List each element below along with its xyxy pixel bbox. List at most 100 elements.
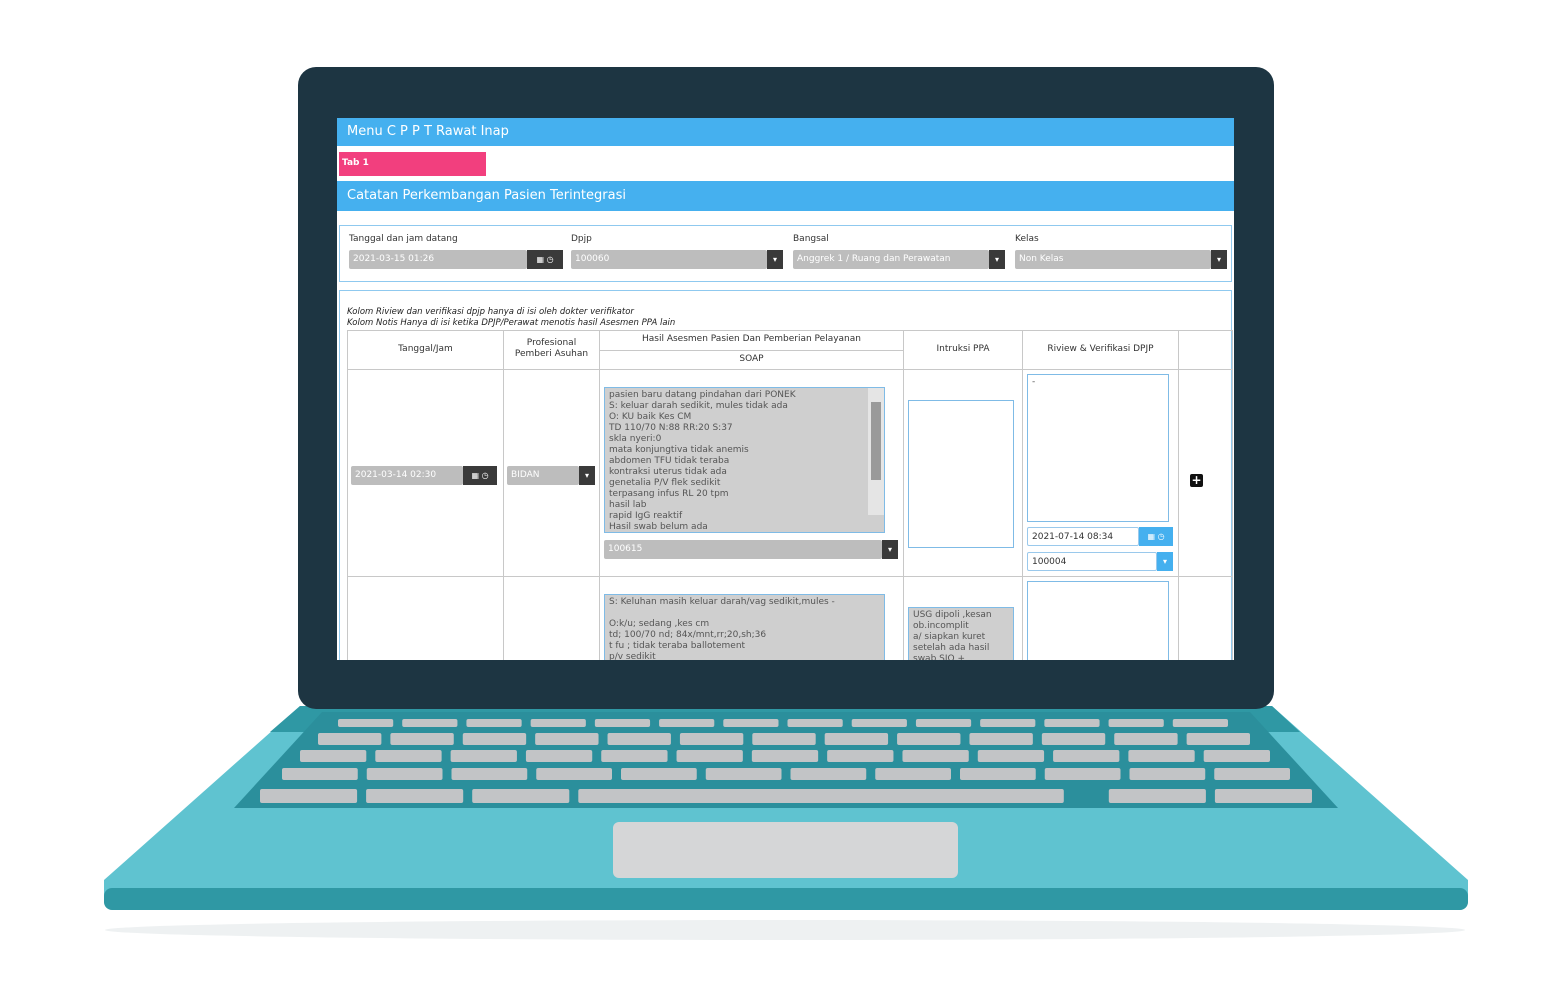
row1-review-select[interactable]: 100004: [1027, 552, 1157, 571]
soap-scrollbar[interactable]: [868, 388, 884, 515]
calendar-icon: ▦: [471, 471, 480, 480]
row2-instruction-textarea[interactable]: USG dipoli ,kesan ob.incomplit a/ siapka…: [908, 607, 1014, 660]
col-header-assessment: Hasil Asesmen Pasien Dan Pemberian Pelay…: [599, 330, 904, 370]
keyboard-key: [969, 733, 1033, 745]
keyboard-key: [375, 750, 442, 762]
caret-down-icon[interactable]: ▾: [1157, 552, 1173, 571]
keyboard-key: [1044, 768, 1121, 780]
row2-review-textarea[interactable]: [1027, 581, 1169, 660]
header-review-text: Riview & Verifikasi DPJP: [1047, 344, 1154, 354]
keyboard-key: [1114, 733, 1178, 745]
keyboard-key: [875, 768, 951, 780]
notice-note: Kolom Notis Hanya di isi ketika DPJP/Per…: [347, 318, 676, 328]
ward-select[interactable]: Anggrek 1 / Ruang dan Perawatan: [793, 250, 989, 269]
keyboard-key: [450, 750, 517, 762]
keyboard-key: [1108, 719, 1164, 727]
arrival-label: Tanggal dan jam datang: [349, 234, 458, 244]
row2-date-cell: [347, 576, 504, 660]
review-note: Kolom Riview dan verifikasi dpjp hanya d…: [347, 307, 634, 317]
keyboard-key: [1186, 733, 1250, 745]
keyboard-key: [1044, 719, 1100, 727]
caret-down-icon[interactable]: ▾: [767, 250, 783, 269]
keyboard-key: [260, 789, 358, 803]
header-soap-text: SOAP: [739, 354, 764, 364]
arrival-datetime-input[interactable]: 2021-03-15 01:26: [349, 250, 527, 269]
app-screen: Menu C P P T Rawat Inap Tab 1 Catatan Pe…: [337, 118, 1234, 660]
caret-down-icon[interactable]: ▾: [989, 250, 1005, 269]
keyboard-key: [1172, 719, 1228, 727]
col-header-review: Riview & Verifikasi DPJP: [1022, 330, 1179, 370]
keyboard-key: [751, 750, 819, 762]
ward-label: Bangsal: [793, 234, 829, 244]
clock-icon: ◷: [1157, 532, 1165, 541]
filter-panel: Tanggal dan jam datang 2021-03-15 01:26 …: [339, 225, 1232, 282]
keyboard-key: [897, 733, 961, 745]
row1-action-cell: +: [1178, 369, 1233, 577]
scrollbar-thumb[interactable]: [871, 402, 881, 480]
header-assessment-text: Hasil Asesmen Pasien Dan Pemberian Pelay…: [642, 334, 861, 344]
row2-instruction-cell: USG dipoli ,kesan ob.incomplit a/ siapka…: [903, 576, 1023, 660]
cppt-panel: Kolom Riview dan verifikasi dpjp hanya d…: [339, 290, 1233, 660]
row1-datetime-picker[interactable]: ▦ ◷: [463, 466, 497, 485]
tab-1[interactable]: Tab 1: [339, 152, 486, 176]
row1-instruction-textarea[interactable]: [908, 400, 1014, 548]
class-select[interactable]: Non Kelas: [1015, 250, 1211, 269]
review-datetime-picker[interactable]: ▦ ◷: [1139, 527, 1173, 546]
keyboard-key: [977, 750, 1045, 762]
row2-soap-textarea[interactable]: S: Keluhan masih keluar darah/vag sediki…: [604, 594, 885, 660]
keyboard-key: [1053, 750, 1120, 762]
keyboard-key: [1108, 789, 1206, 803]
keyboard-key: [676, 750, 743, 762]
datetime-picker-button[interactable]: ▦ ◷: [527, 250, 563, 269]
keyboard-key: [535, 733, 599, 745]
col-header-action: [1178, 330, 1233, 370]
keyboard-key: [366, 768, 443, 780]
row1-date-input[interactable]: 2021-03-14 02:30: [351, 466, 463, 485]
keyboard-key: [824, 733, 889, 745]
keyboard-key: [1128, 750, 1195, 762]
col-header-instruction: Intruksi PPA: [903, 330, 1023, 370]
keyboard-key: [318, 733, 382, 745]
plus-square-icon[interactable]: +: [1190, 474, 1203, 487]
row1-professional-select[interactable]: BIDAN: [507, 466, 579, 485]
header-professional-text: Profesional Pemberi Asuhan: [514, 338, 589, 359]
section-title-bar: Catatan Perkembangan Pasien Terintegrasi: [337, 181, 1234, 211]
row1-review-textarea[interactable]: -: [1027, 374, 1169, 522]
row1-instruction-cell: [903, 369, 1023, 577]
keyboard-key: [402, 719, 458, 727]
row2-soap-cell: S: Keluhan masih keluar darah/vag sediki…: [599, 576, 904, 660]
caret-down-icon[interactable]: ▾: [579, 466, 595, 485]
dpjp-select[interactable]: 100060: [571, 250, 767, 269]
caret-down-icon[interactable]: ▾: [882, 540, 898, 559]
keyboard-key: [621, 768, 697, 780]
row2-review-cell: [1022, 576, 1179, 660]
keyboard-key: [790, 768, 867, 780]
calendar-icon: ▦: [1147, 532, 1156, 541]
dpjp-label: Dpjp: [571, 234, 592, 244]
col-header-date: Tanggal/Jam: [347, 330, 504, 370]
header-instruction-text: Intruksi PPA: [936, 344, 990, 354]
keyboard-key: [466, 719, 522, 727]
keyboard-key: [451, 768, 528, 780]
menu-title-bar: Menu C P P T Rawat Inap: [337, 118, 1234, 146]
keyboard-key: [525, 750, 593, 762]
class-label: Kelas: [1015, 234, 1039, 244]
clock-icon: ◷: [481, 471, 489, 480]
laptop-shadow: [105, 920, 1465, 940]
keyboard-key: [1129, 768, 1206, 780]
row1-soap-cell: pasien baru datang pindahan dari PONEK S…: [599, 369, 904, 577]
row1-review-date-input[interactable]: 2021-07-14 08:34: [1027, 527, 1139, 546]
keyboard-key: [679, 733, 744, 745]
caret-down-icon[interactable]: ▾: [1211, 250, 1227, 269]
keyboard-key: [1203, 750, 1270, 762]
keyboard-key: [390, 733, 454, 745]
keyboard-key: [607, 733, 671, 745]
keyboard-key: [1214, 768, 1290, 780]
keyboard-key: [536, 768, 612, 780]
keyboard-key: [282, 768, 358, 780]
keyboard-key: [578, 789, 1064, 803]
keyboard-key: [472, 789, 570, 803]
row1-soap-select[interactable]: 100615: [604, 540, 882, 559]
clock-icon: ◷: [546, 255, 554, 264]
row1-soap-textarea[interactable]: pasien baru datang pindahan dari PONEK S…: [604, 387, 885, 533]
